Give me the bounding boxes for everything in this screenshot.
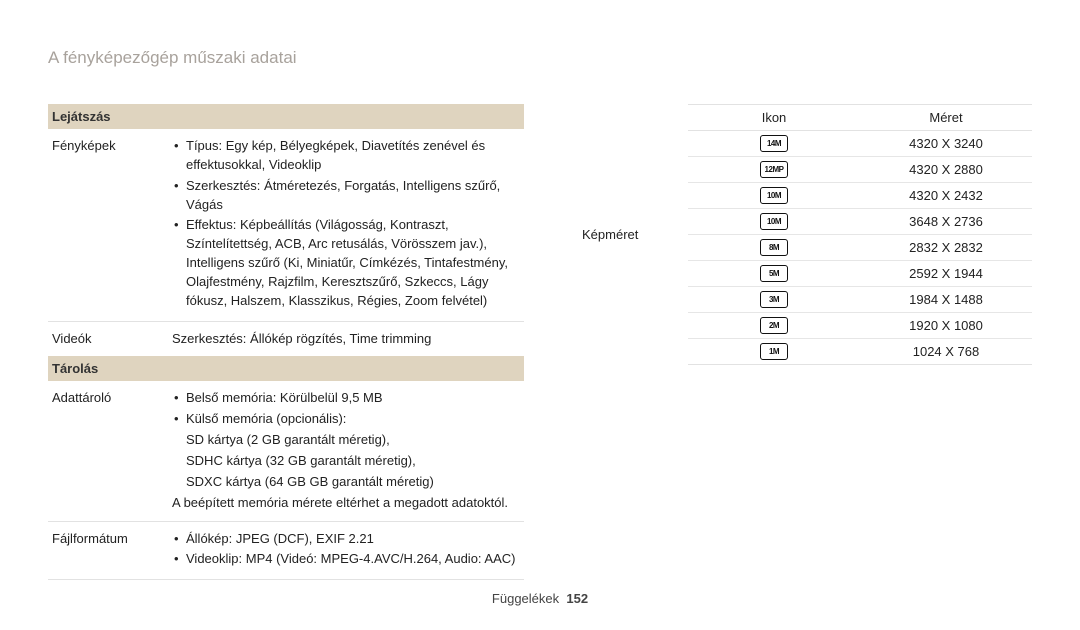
row-videos: Videók Szerkesztés: Állókép rögzítés, Ti… bbox=[48, 322, 524, 357]
resolution-icon: 8M bbox=[760, 239, 788, 256]
page-title: A fényképezőgép műszaki adatai bbox=[48, 48, 1032, 68]
row-fileformat: Fájlformátum Állókép: JPEG (DCF), EXIF 2… bbox=[48, 522, 524, 581]
right-column: Képméret Ikon Méret 14M 4320 X 3240 12MP 43… bbox=[578, 104, 1032, 580]
label-fileformat: Fájlformátum bbox=[48, 522, 168, 580]
resolution-icon: 10M bbox=[760, 213, 788, 230]
size-row: 14M 4320 X 3240 bbox=[688, 131, 1032, 157]
size-table-header: Ikon Méret bbox=[688, 104, 1032, 131]
storage-sub: SDXC kártya (64 GB GB garantált méretig) bbox=[172, 473, 520, 492]
value-photos: Típus: Egy kép, Bélyegképek, Diavetítés … bbox=[168, 129, 524, 321]
size-value: 4320 X 2432 bbox=[860, 183, 1032, 208]
storage-sub: SD kártya (2 GB garantált méretig), bbox=[172, 431, 520, 450]
value-videos: Szerkesztés: Állókép rögzítés, Time trim… bbox=[168, 322, 524, 357]
size-value: 1920 X 1080 bbox=[860, 313, 1032, 338]
resolution-icon: 12MP bbox=[760, 161, 788, 178]
size-row: 5M 2592 X 1944 bbox=[688, 261, 1032, 287]
size-icon-cell: 10M bbox=[688, 209, 860, 234]
footer-page: 152 bbox=[566, 591, 588, 606]
size-icon-cell: 12MP bbox=[688, 157, 860, 182]
size-value: 4320 X 2880 bbox=[860, 157, 1032, 182]
size-value: 2832 X 2832 bbox=[860, 235, 1032, 260]
left-column: Lejátszás Fényképek Típus: Egy kép, Bély… bbox=[48, 104, 524, 580]
section-header-playback: Lejátszás bbox=[48, 104, 524, 129]
size-row: 3M 1984 X 1488 bbox=[688, 287, 1032, 313]
value-fileformat: Állókép: JPEG (DCF), EXIF 2.21 Videoklip… bbox=[168, 522, 524, 580]
resolution-icon: 3M bbox=[760, 291, 788, 308]
header-size: Méret bbox=[860, 105, 1032, 130]
storage-item: Külső memória (opcionális): bbox=[172, 410, 520, 429]
size-table: Ikon Méret 14M 4320 X 3240 12MP 4320 X 2880… bbox=[688, 104, 1032, 365]
storage-note: A beépített memória mérete eltérhet a me… bbox=[172, 494, 520, 513]
size-value: 4320 X 3240 bbox=[860, 131, 1032, 156]
size-row: 10M 4320 X 2432 bbox=[688, 183, 1032, 209]
size-icon-cell: 10M bbox=[688, 183, 860, 208]
resolution-icon: 10M bbox=[760, 187, 788, 204]
size-icon-cell: 3M bbox=[688, 287, 860, 312]
resolution-icon: 1M bbox=[760, 343, 788, 360]
label-storage: Adattároló bbox=[48, 381, 168, 520]
size-row: 1M 1024 X 768 bbox=[688, 339, 1032, 365]
size-icon-cell: 14M bbox=[688, 131, 860, 156]
label-image-size: Képméret bbox=[578, 104, 688, 365]
size-value: 2592 X 1944 bbox=[860, 261, 1032, 286]
document-page: A fényképezőgép műszaki adatai Lejátszás… bbox=[0, 0, 1080, 630]
columns: Lejátszás Fényképek Típus: Egy kép, Bély… bbox=[48, 104, 1032, 580]
size-row: 8M 2832 X 2832 bbox=[688, 235, 1032, 261]
resolution-icon: 5M bbox=[760, 265, 788, 282]
row-storage: Adattároló Belső memória: Körülbelül 9,5… bbox=[48, 381, 524, 521]
storage-item: Belső memória: Körülbelül 9,5 MB bbox=[172, 389, 520, 408]
footer-label: Függelékek bbox=[492, 591, 559, 606]
label-videos: Videók bbox=[48, 322, 168, 357]
row-photos: Fényképek Típus: Egy kép, Bélyegképek, D… bbox=[48, 129, 524, 322]
resolution-icon: 14M bbox=[760, 135, 788, 152]
size-icon-cell: 8M bbox=[688, 235, 860, 260]
size-value: 3648 X 2736 bbox=[860, 209, 1032, 234]
fileformat-item: Videoklip: MP4 (Videó: MPEG-4.AVC/H.264,… bbox=[172, 550, 520, 569]
label-photos: Fényképek bbox=[48, 129, 168, 321]
size-row: 2M 1920 X 1080 bbox=[688, 313, 1032, 339]
storage-sub: SDHC kártya (32 GB garantált méretig), bbox=[172, 452, 520, 471]
section-header-storage: Tárolás bbox=[48, 356, 524, 381]
resolution-icon: 2M bbox=[760, 317, 788, 334]
fileformat-item: Állókép: JPEG (DCF), EXIF 2.21 bbox=[172, 530, 520, 549]
photos-item: Típus: Egy kép, Bélyegképek, Diavetítés … bbox=[172, 137, 520, 175]
row-image-size: Képméret Ikon Méret 14M 4320 X 3240 12MP 43… bbox=[578, 104, 1032, 365]
size-icon-cell: 1M bbox=[688, 339, 860, 364]
size-row: 12MP 4320 X 2880 bbox=[688, 157, 1032, 183]
size-icon-cell: 2M bbox=[688, 313, 860, 338]
size-row: 10M 3648 X 2736 bbox=[688, 209, 1032, 235]
footer: Függelékek 152 bbox=[0, 591, 1080, 606]
photos-item: Szerkesztés: Átméretezés, Forgatás, Inte… bbox=[172, 177, 520, 215]
size-icon-cell: 5M bbox=[688, 261, 860, 286]
size-value: 1024 X 768 bbox=[860, 339, 1032, 364]
value-storage: Belső memória: Körülbelül 9,5 MB Külső m… bbox=[168, 381, 524, 520]
header-icon: Ikon bbox=[688, 105, 860, 130]
photos-item: Effektus: Képbeállítás (Világosság, Kont… bbox=[172, 216, 520, 310]
size-value: 1984 X 1488 bbox=[860, 287, 1032, 312]
